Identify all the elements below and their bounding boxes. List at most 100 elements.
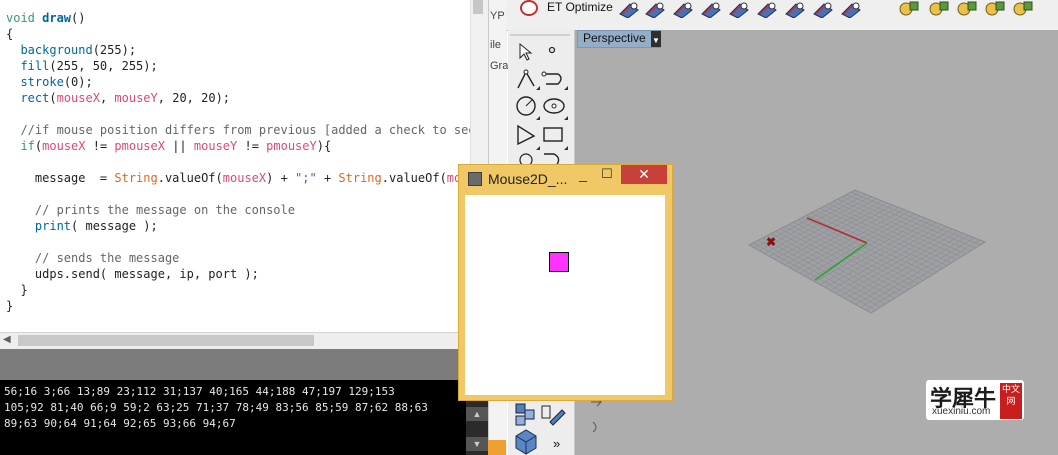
- et-optimize-icon[interactable]: [520, 0, 538, 16]
- code-token: .valueOf(: [157, 171, 223, 185]
- ellipse-icon[interactable]: [543, 98, 568, 120]
- curve-icon[interactable]: [541, 71, 568, 90]
- code-token: ";": [295, 171, 317, 185]
- select-arrow-icon[interactable]: [519, 42, 533, 61]
- polyline-icon[interactable]: [517, 69, 540, 90]
- code-line[interactable]: fill(255, 50, 255);: [6, 58, 158, 74]
- code-token: mouseY: [114, 91, 158, 105]
- code-line[interactable]: udps.send( message, ip, port );: [6, 266, 259, 282]
- toolbar-tool-icon[interactable]: [812, 0, 834, 19]
- point-icon[interactable]: [548, 46, 556, 54]
- scroll-left-icon[interactable]: ◀: [3, 334, 11, 345]
- viewport-tab-label[interactable]: Perspective: [583, 31, 646, 45]
- code-token: (255, 50, 255);: [49, 59, 158, 73]
- plugin-tool-icon[interactable]: [898, 0, 920, 18]
- close-button[interactable]: ✕: [621, 165, 667, 184]
- toolbar-tool-icon[interactable]: [700, 0, 722, 19]
- code-token: (255);: [92, 43, 137, 57]
- code-token: ,: [99, 91, 115, 105]
- plugin-tool-icon[interactable]: [956, 0, 978, 18]
- code-line[interactable]: if(mouseX != pmouseX || mouseY != pmouse…: [6, 138, 331, 154]
- code-line[interactable]: message = String.valueOf(mouseX) + ";" +…: [6, 170, 476, 186]
- code-token: //if mouse position differs from previou…: [6, 123, 476, 137]
- code-token: pmouseX: [114, 139, 165, 153]
- code-line[interactable]: rect(mouseX, mouseY, 20, 20);: [6, 90, 230, 106]
- taskbar-edge: [488, 440, 506, 455]
- console-scroll-down-icon[interactable]: ▼: [466, 437, 488, 451]
- toolbar-tool-icon[interactable]: [644, 0, 666, 19]
- window-title: Mouse2D_...: [488, 171, 568, 187]
- code-token: ){: [316, 139, 332, 153]
- code-token: ||: [164, 139, 194, 153]
- toolbar-tool-icon[interactable]: [672, 0, 694, 19]
- code-token: , 20, 20);: [157, 91, 231, 105]
- minimize-button[interactable]: _: [573, 166, 593, 184]
- code-editor[interactable]: void draw(){ background(255); fill(255, …: [0, 0, 488, 332]
- console-scroll-up-icon[interactable]: ▲: [466, 407, 488, 421]
- editor-horizontal-scroll-thumb[interactable]: [18, 335, 314, 346]
- arc-icon[interactable]: [517, 124, 540, 150]
- toolbar-tool-icon[interactable]: [756, 0, 778, 19]
- console-line: 105;92 81;40 66;9 59;2 63;25 71;37 78;49…: [4, 401, 428, 414]
- axis-gizmo-icon: [591, 397, 602, 433]
- app-icon: [468, 172, 482, 186]
- code-line[interactable]: print( message );: [6, 218, 158, 234]
- more-tools-icon[interactable]: »: [553, 436, 560, 451]
- code-token: !=: [237, 139, 267, 153]
- code-line[interactable]: //if mouse position differs from previou…: [6, 122, 476, 138]
- code-token: if: [20, 139, 35, 153]
- code-line[interactable]: background(255);: [6, 42, 136, 58]
- plugin-tool-icon[interactable]: [1012, 0, 1034, 18]
- toolbar-tool-icon[interactable]: [840, 0, 862, 19]
- code-line[interactable]: // prints the message on the console: [6, 202, 295, 218]
- maximize-button[interactable]: ☐: [597, 166, 617, 184]
- strip-label: YP: [490, 10, 505, 22]
- code-token: (0);: [63, 75, 93, 89]
- code-token: +: [316, 171, 339, 185]
- rectangle-icon[interactable]: [543, 127, 568, 150]
- code-token: (): [71, 11, 86, 25]
- code-token: rect: [20, 91, 50, 105]
- et-optimize-label[interactable]: ET Optimize: [547, 0, 613, 14]
- plugin-tool-icon[interactable]: [928, 0, 950, 18]
- editor-vertical-scroll-thumb[interactable]: [473, 0, 483, 14]
- code-token: message =: [6, 171, 115, 185]
- code-line[interactable]: }: [6, 282, 28, 298]
- console-output: 56;16 3;66 13;89 23;112 31;137 40;165 44…: [0, 380, 488, 455]
- toolbar-tool-icon[interactable]: [728, 0, 750, 19]
- solid-box-icon[interactable]: [515, 429, 537, 455]
- watermark-badge: 中文网: [1000, 383, 1022, 419]
- code-token: !=: [85, 139, 115, 153]
- code-token: String: [114, 171, 158, 185]
- code-token: draw: [42, 11, 72, 25]
- code-line[interactable]: void draw(): [6, 10, 85, 26]
- code-line[interactable]: {: [6, 26, 13, 42]
- mouse-rect: [549, 252, 569, 272]
- code-token: }: [6, 283, 28, 297]
- code-token: print: [34, 219, 72, 233]
- code-token: // prints the message on the console: [6, 203, 295, 217]
- code-token: stroke: [20, 75, 64, 89]
- strip-label: Gra: [490, 60, 509, 72]
- code-line[interactable]: // sends the message: [6, 250, 180, 266]
- code-token: mouseX: [56, 91, 100, 105]
- code-line[interactable]: }: [6, 298, 13, 314]
- toolbar-tool-icon[interactable]: [784, 0, 806, 19]
- circle-icon[interactable]: [516, 96, 540, 120]
- chevron-down-icon[interactable]: ▼: [652, 36, 660, 45]
- sketch-canvas[interactable]: [465, 195, 665, 395]
- code-token: // sends the message: [6, 251, 180, 265]
- editor-console-divider[interactable]: [0, 349, 488, 380]
- toolbar-tool-icon[interactable]: [618, 0, 640, 19]
- plugin-tool-icon[interactable]: [984, 0, 1006, 18]
- code-token: String: [338, 171, 382, 185]
- edit-icon[interactable]: [541, 405, 566, 426]
- code-line[interactable]: stroke(0);: [6, 74, 93, 90]
- strip-label: ile: [490, 39, 502, 51]
- transform-icon[interactable]: [515, 403, 535, 426]
